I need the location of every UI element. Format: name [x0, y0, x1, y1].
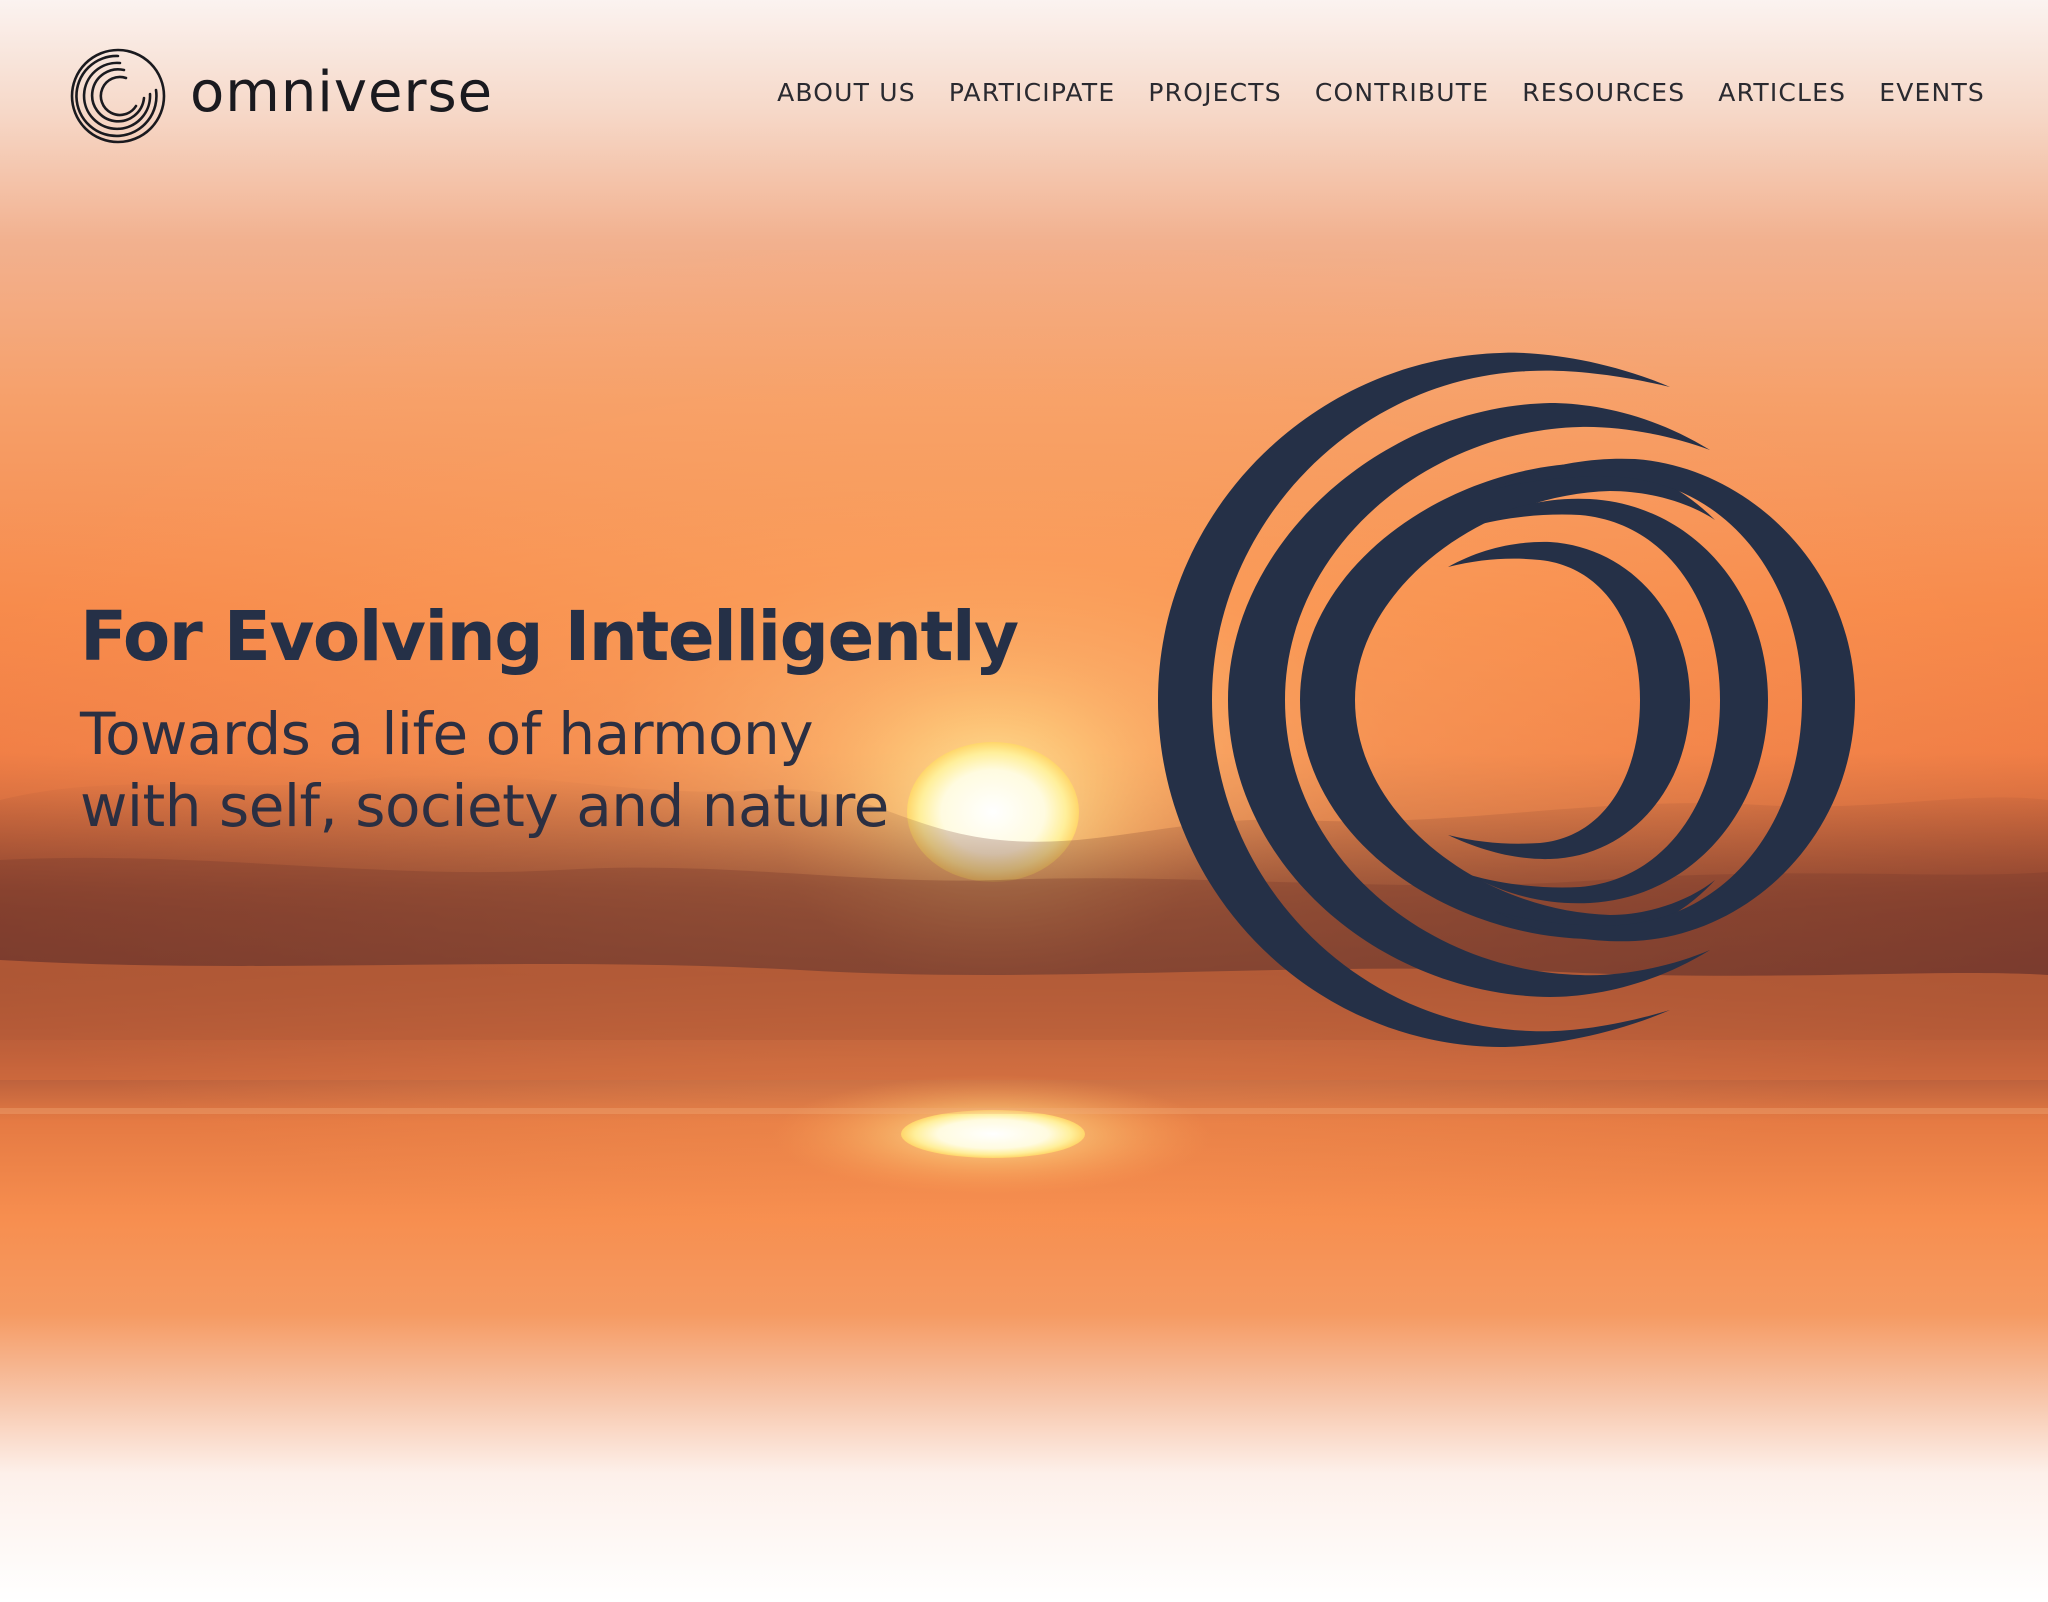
nav-item-about-us[interactable]: ABOUT US [777, 80, 916, 105]
site-logo[interactable]: omniverse [68, 46, 493, 146]
nav-item-contribute[interactable]: CONTRIBUTE [1315, 80, 1489, 105]
hero-text-block: For Evolving Intelligently Towards a lif… [80, 597, 1060, 842]
omniverse-spiral-emblem-icon [1158, 352, 1855, 1048]
nav-item-participate[interactable]: PARTICIPATE [949, 80, 1116, 105]
nav-item-articles[interactable]: ARTICLES [1718, 80, 1846, 105]
hero-subtitle: Towards a life of harmony with self, soc… [80, 698, 1060, 842]
main-nav: ABOUT US PARTICIPATE PROJECTS CONTRIBUTE… [777, 80, 1985, 105]
omniverse-spiral-logo-icon [70, 48, 166, 144]
site-header: omniverse ABOUT US PARTICIPATE PROJECTS … [0, 0, 2048, 200]
hero-subtitle-line-1: Towards a life of harmony [80, 699, 814, 768]
nav-item-events[interactable]: EVENTS [1879, 80, 1985, 105]
landing-page: omniverse ABOUT US PARTICIPATE PROJECTS … [0, 0, 2048, 1602]
hero-subtitle-line-2: with self, society and nature [80, 771, 889, 840]
brand-name: omniverse [190, 60, 494, 125]
nav-item-resources[interactable]: RESOURCES [1522, 80, 1685, 105]
hero-title: For Evolving Intelligently [80, 597, 1019, 677]
nav-item-projects[interactable]: PROJECTS [1148, 80, 1282, 105]
